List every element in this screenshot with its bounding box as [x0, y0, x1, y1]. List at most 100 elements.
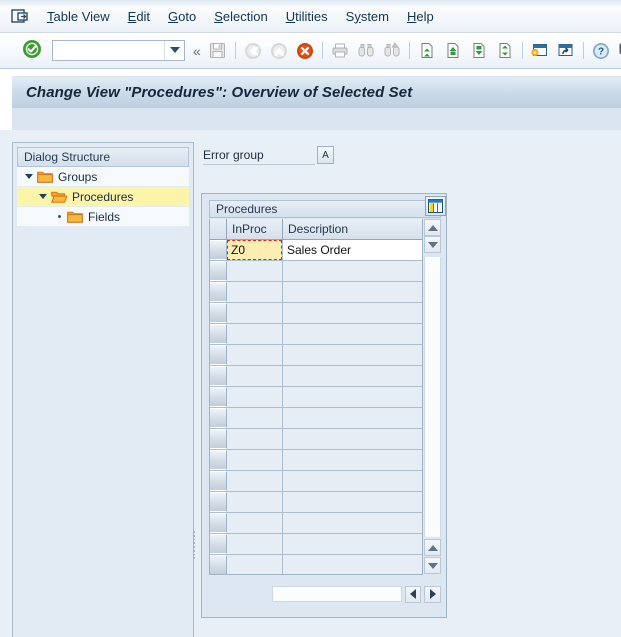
- cell-inproc[interactable]: [227, 366, 283, 386]
- menu-item-utilities[interactable]: Utilities: [277, 6, 337, 27]
- row-select-button[interactable]: [210, 450, 227, 470]
- row-select-button[interactable]: [210, 303, 227, 323]
- cell-inproc[interactable]: [227, 513, 283, 533]
- first-page-button[interactable]: [415, 39, 439, 63]
- column-settings-icon[interactable]: [425, 196, 446, 216]
- cell-description[interactable]: [283, 450, 422, 470]
- cell-description[interactable]: [283, 429, 422, 449]
- last-page-button[interactable]: [493, 39, 517, 63]
- green-check-icon[interactable]: [22, 39, 42, 62]
- scroll-page-up-button[interactable]: [424, 539, 441, 556]
- scroll-left-button[interactable]: [404, 585, 422, 603]
- cell-description[interactable]: [283, 471, 422, 491]
- scroll-down-button[interactable]: [424, 236, 441, 253]
- cell-inproc[interactable]: [227, 429, 283, 449]
- print-button[interactable]: [328, 39, 352, 63]
- panel-splitter-handle[interactable]: [191, 530, 196, 560]
- row-select-button[interactable]: [210, 534, 227, 554]
- cell-inproc[interactable]: [227, 471, 283, 491]
- table-row[interactable]: [210, 492, 422, 513]
- table-row[interactable]: [210, 450, 422, 471]
- table-row[interactable]: [210, 282, 422, 303]
- table-row[interactable]: [210, 366, 422, 387]
- table-row[interactable]: [210, 324, 422, 345]
- cell-inproc[interactable]: [227, 324, 283, 344]
- cell-inproc[interactable]: [227, 261, 283, 281]
- cell-description[interactable]: [283, 387, 422, 407]
- save-button[interactable]: [206, 39, 230, 63]
- chevron-down-icon[interactable]: [164, 41, 184, 60]
- row-select-button[interactable]: [210, 282, 227, 302]
- cell-inproc[interactable]: [227, 450, 283, 470]
- cell-description[interactable]: [283, 324, 422, 344]
- cell-description[interactable]: [283, 513, 422, 533]
- column-header-inproc[interactable]: InProc: [227, 219, 283, 239]
- help-button[interactable]: ?: [589, 39, 613, 63]
- cell-inproc[interactable]: [227, 534, 283, 554]
- table-row[interactable]: [210, 345, 422, 366]
- row-select-button[interactable]: [210, 345, 227, 365]
- previous-page-button[interactable]: [441, 39, 465, 63]
- cell-inproc[interactable]: Z0: [227, 240, 283, 260]
- grid-vertical-scroll[interactable]: [424, 219, 441, 575]
- row-select-button[interactable]: [210, 366, 227, 386]
- command-input[interactable]: [53, 42, 164, 59]
- customize-button[interactable]: [615, 39, 621, 63]
- cell-description[interactable]: [283, 366, 422, 386]
- cell-inproc[interactable]: [227, 555, 283, 574]
- grid-horizontal-scroll[interactable]: [272, 585, 441, 603]
- find-button[interactable]: [354, 39, 378, 63]
- cell-inproc[interactable]: [227, 408, 283, 428]
- sidebar-item-procedures[interactable]: Procedures: [17, 187, 189, 207]
- table-row[interactable]: [210, 303, 422, 324]
- cell-description[interactable]: [283, 282, 422, 302]
- back-button[interactable]: [241, 39, 265, 63]
- menu-item-edit[interactable]: Edit: [119, 6, 159, 27]
- chevron-down-icon[interactable]: [23, 171, 35, 183]
- row-select-button[interactable]: [210, 324, 227, 344]
- cell-description[interactable]: [283, 345, 422, 365]
- cell-inproc[interactable]: [227, 387, 283, 407]
- horizontal-scroll-track[interactable]: [272, 586, 402, 602]
- double-chevron-left-icon[interactable]: «: [193, 43, 201, 59]
- next-page-button[interactable]: [467, 39, 491, 63]
- scroll-page-down-button[interactable]: [424, 557, 441, 574]
- row-select-button[interactable]: [210, 387, 227, 407]
- cell-description[interactable]: [283, 261, 422, 281]
- row-select-button[interactable]: [210, 429, 227, 449]
- cell-inproc[interactable]: [227, 282, 283, 302]
- vertical-scroll-track[interactable]: [424, 257, 441, 537]
- cell-description[interactable]: [283, 408, 422, 428]
- menu-item-selection[interactable]: Selection: [205, 6, 276, 27]
- table-row[interactable]: [210, 534, 422, 555]
- exit-button[interactable]: [267, 39, 291, 63]
- row-select-button[interactable]: [210, 555, 227, 574]
- row-select-button[interactable]: [210, 240, 227, 260]
- table-row[interactable]: [210, 408, 422, 429]
- alpha-input-help-button[interactable]: A: [317, 146, 334, 164]
- table-row[interactable]: [210, 261, 422, 282]
- sidebar-item-fields[interactable]: Fields: [17, 207, 189, 227]
- sidebar-item-groups[interactable]: Groups: [17, 167, 189, 187]
- table-row[interactable]: Z0 Sales Order: [210, 240, 422, 261]
- table-row[interactable]: [210, 555, 422, 574]
- cell-inproc[interactable]: [227, 492, 283, 512]
- menu-item-help[interactable]: Help: [398, 6, 443, 27]
- row-select-button[interactable]: [210, 261, 227, 281]
- menu-item-table-view[interactable]: Table View: [38, 6, 119, 27]
- menu-item-goto[interactable]: Goto: [159, 6, 205, 27]
- cell-description[interactable]: [283, 492, 422, 512]
- table-row[interactable]: [210, 513, 422, 534]
- select-all-cell[interactable]: [210, 219, 227, 239]
- cancel-button[interactable]: [293, 39, 317, 63]
- table-row[interactable]: [210, 471, 422, 492]
- create-shortcut-button[interactable]: [554, 39, 578, 63]
- find-next-button[interactable]: [380, 39, 404, 63]
- table-row[interactable]: [210, 387, 422, 408]
- cell-description[interactable]: [283, 534, 422, 554]
- cell-description[interactable]: [283, 303, 422, 323]
- command-field[interactable]: [52, 40, 185, 61]
- cell-description[interactable]: [283, 555, 422, 574]
- row-select-button[interactable]: [210, 513, 227, 533]
- cell-description[interactable]: Sales Order: [283, 240, 422, 260]
